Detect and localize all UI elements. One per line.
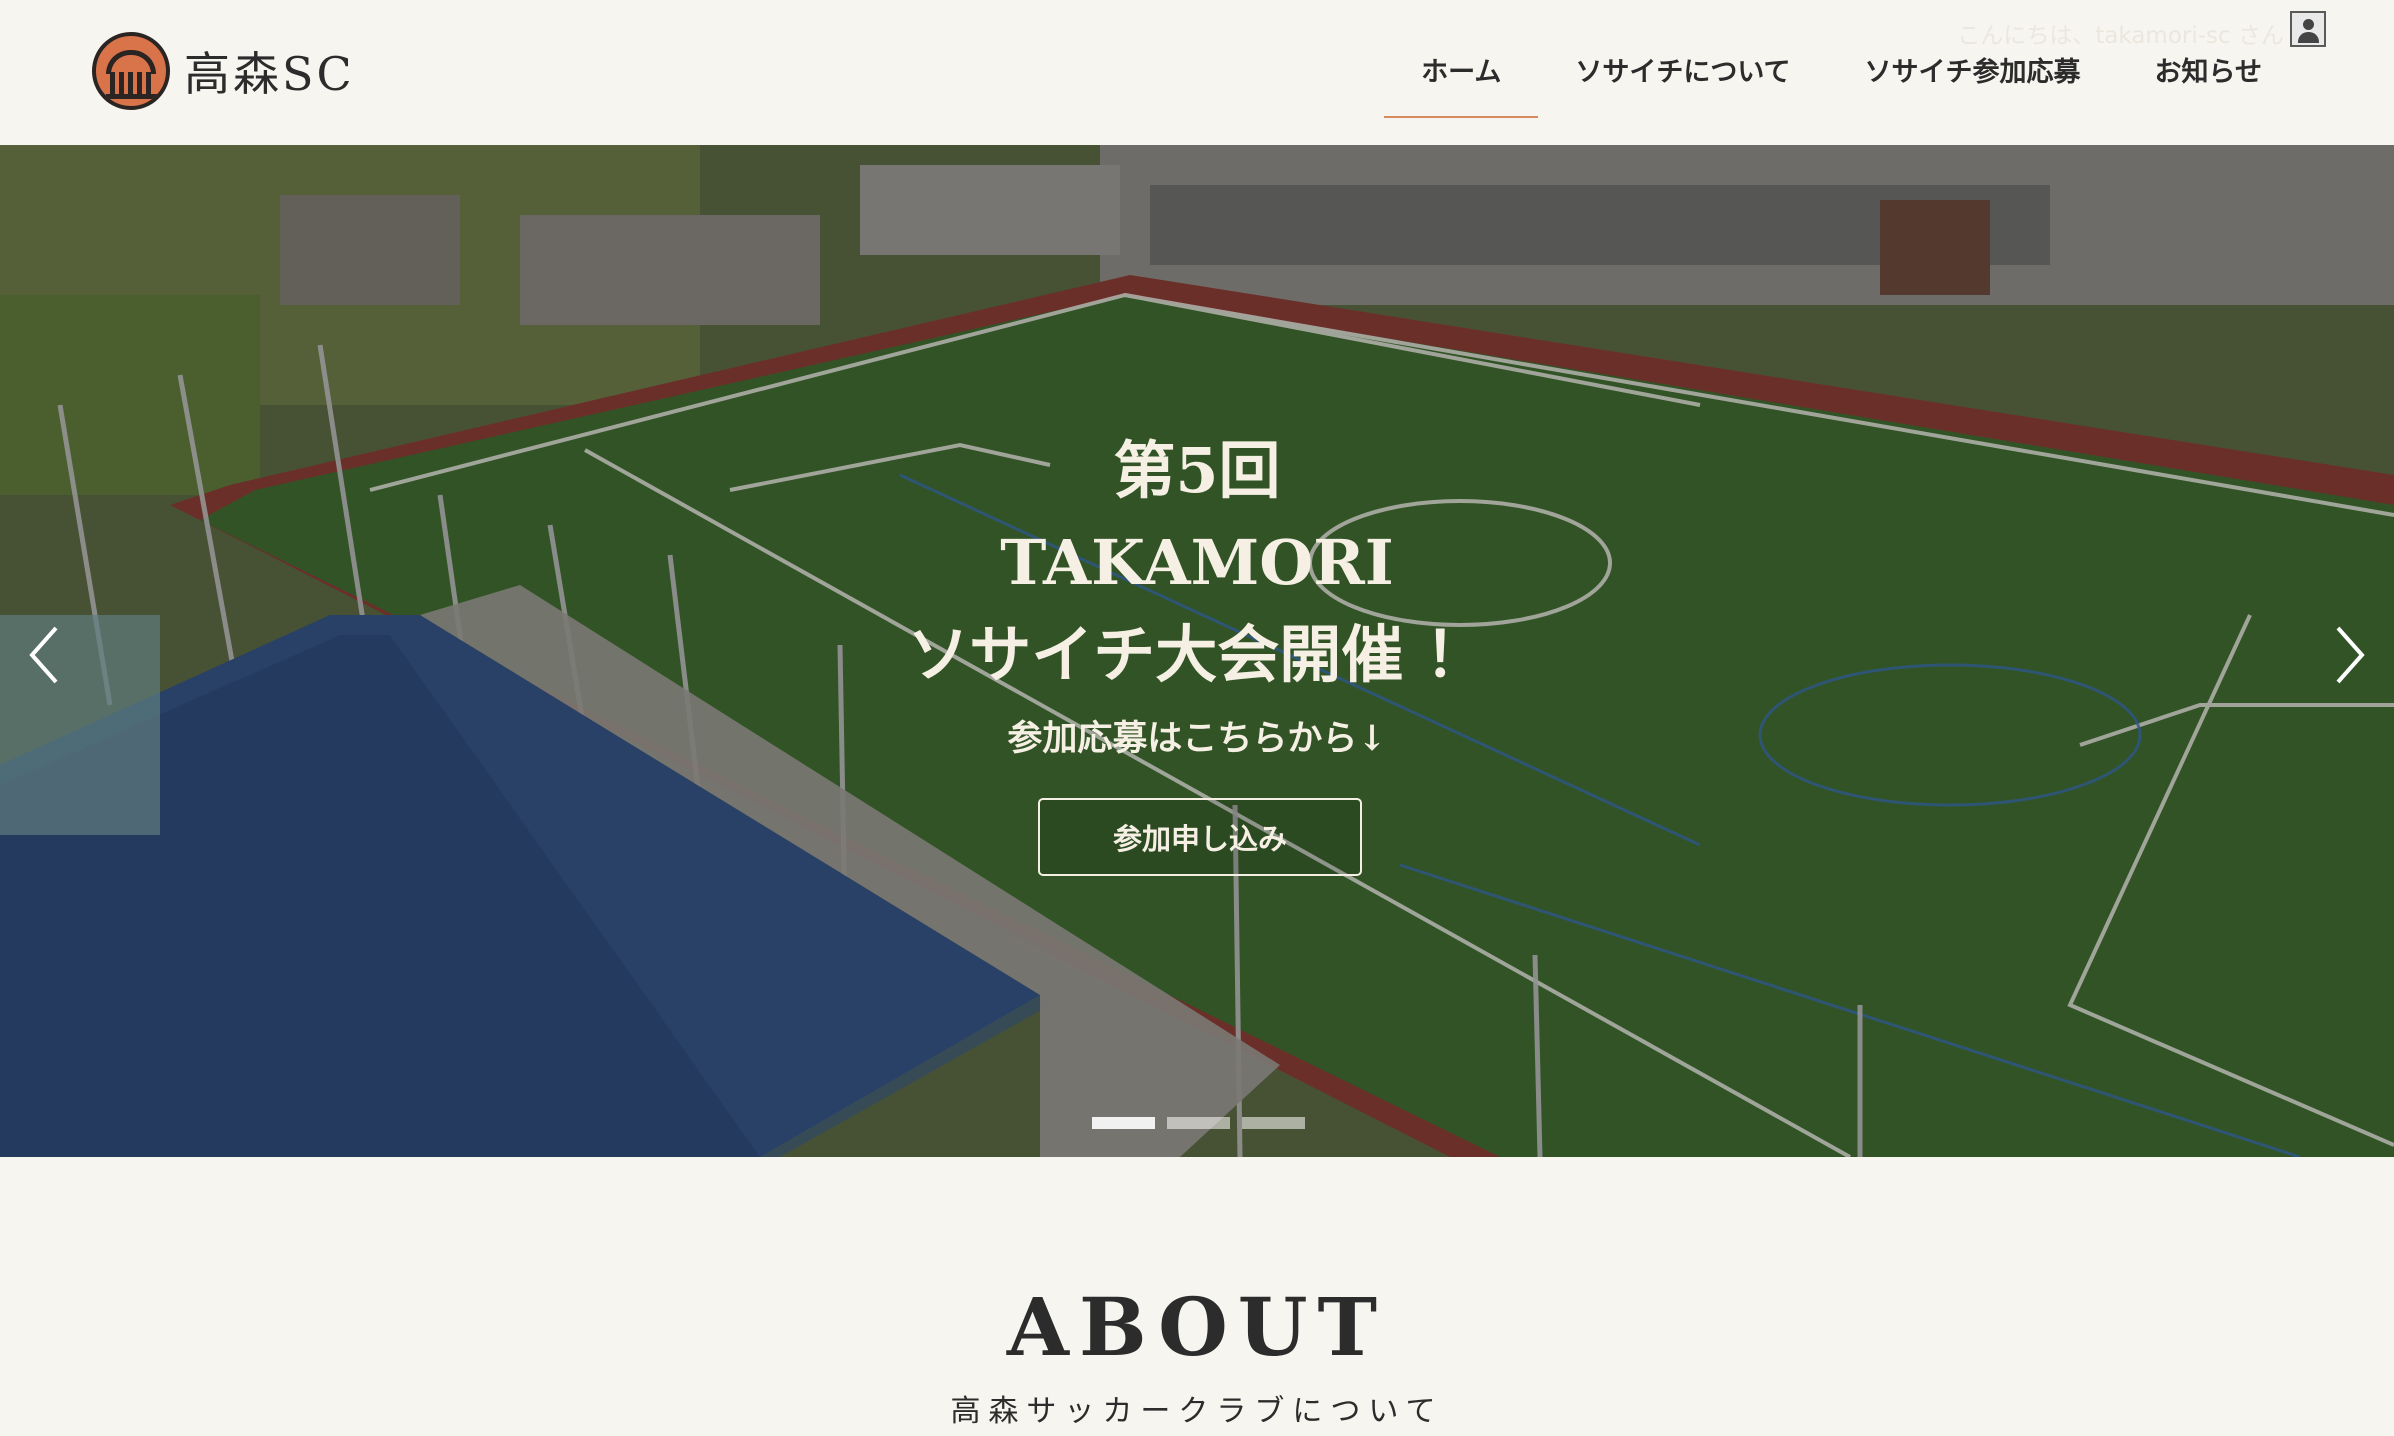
nav-item-news[interactable]: お知らせ <box>2118 50 2299 118</box>
nav-item-home[interactable]: ホーム <box>1384 50 1539 118</box>
entry-button[interactable]: 参加申し込み <box>1038 798 1362 876</box>
main-nav: ホーム ソサイチについて ソサイチ参加応募 お知らせ <box>1384 50 2299 118</box>
club-emblem-icon <box>92 32 170 110</box>
logo-text: 高森SC <box>184 47 355 101</box>
carousel-next-button[interactable] <box>2324 620 2374 690</box>
site-header: 高森SC こんにちは、takamori-sc さん ホーム ソサイチについて ソ… <box>0 0 2394 145</box>
site-logo[interactable]: 高森SC <box>92 32 355 110</box>
about-subtitle: 高森サッカークラブについて <box>950 1394 1444 1429</box>
carousel-indicator-1[interactable] <box>1092 1117 1155 1129</box>
user-greeting: こんにちは、takamori-sc さん <box>1957 23 2284 49</box>
about-title: ABOUT <box>1006 1280 1388 1374</box>
hero-carousel: 第5回 TAKAMORI ソサイチ大会開催 ！ 参加応募はこちらから↓ 参加申し… <box>0 145 2394 1157</box>
chevron-right-icon <box>2336 626 2365 684</box>
carousel-indicators <box>1092 1117 1317 1129</box>
hero-title-line3: ソサイチ大会開催 ！ <box>907 618 1487 691</box>
hero-title-line2: TAKAMORI <box>1000 526 1394 599</box>
user-avatar-icon[interactable] <box>2290 11 2326 47</box>
hero-title: 第5回 TAKAMORI ソサイチ大会開催 ！ <box>0 425 2394 701</box>
nav-item-sosaichi-entry[interactable]: ソサイチ参加応募 <box>1828 50 2118 118</box>
hero-title-line1: 第5回 <box>1113 434 1281 507</box>
carousel-indicator-3[interactable] <box>1242 1117 1305 1129</box>
nav-item-about-sosaichi[interactable]: ソサイチについて <box>1538 50 1827 118</box>
carousel-prev-button[interactable] <box>20 620 70 690</box>
hero-subtitle: 参加応募はこちらから↓ <box>1007 718 1387 759</box>
chevron-left-icon <box>29 626 58 684</box>
carousel-indicator-2[interactable] <box>1167 1117 1230 1129</box>
